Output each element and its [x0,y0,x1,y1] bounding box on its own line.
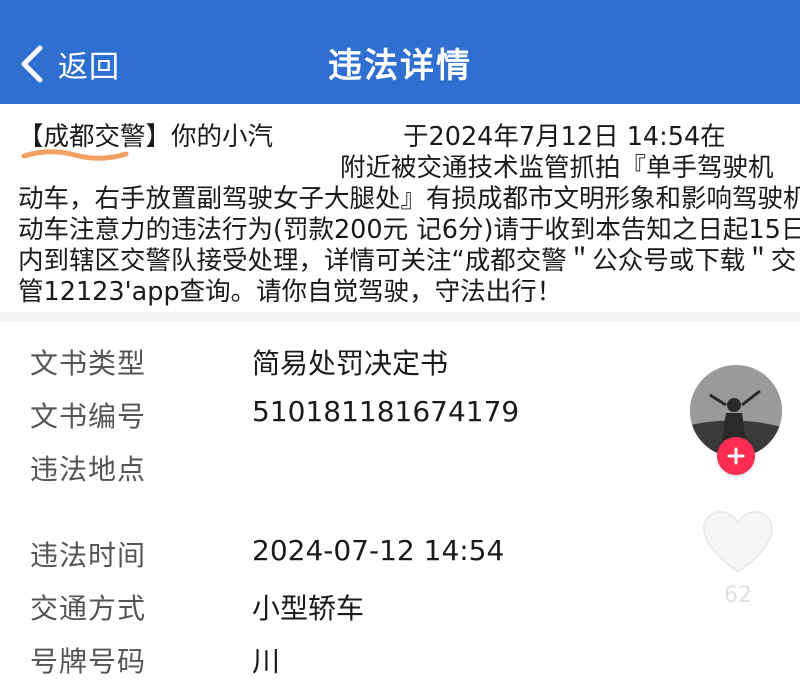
notice-line-1b: 于2024年7月12日 14:54在 [403,122,726,152]
like-button[interactable] [700,508,776,578]
follow-button[interactable] [717,437,755,475]
notice-line-5: 内到辖区交警队接受处理，详情可关注“成都交警＂公众号或下载＂交 [18,246,797,276]
notice-line-2: 附近被交通技术监管抓拍『单手驾驶机 [340,153,774,183]
top-nav-bar: 返回 违法详情 [0,0,800,104]
violation-notice-text: 【成都交警】你的小汽 于2024年7月12日 14:54在 附近被交通技术监管抓拍… [18,122,800,308]
notice-line-6: 管12123'app查询。请你自觉驾驶，守法出行！ [18,277,563,307]
field-label: 文书类型 [30,347,147,380]
field-label: 交通方式 [30,592,147,625]
field-value: 2024-07-12 14:54 [252,534,505,567]
field-label: 违法地点 [30,453,147,486]
field-label: 文书编号 [30,400,147,433]
field-value: 510181181674179 [252,395,520,428]
field-label: 违法时间 [30,539,147,572]
plus-icon [727,447,745,465]
redaction-mark [21,149,129,161]
notice-line-3: 动车，右手放置副驾驶女子大腿处』有损成都市文明形象和影响驾驶机 [18,184,800,214]
field-value: 简易处罚决定书 [252,347,449,380]
page-title: 违法详情 [328,46,472,86]
heart-icon [702,510,774,574]
notice-line-4: 动车注意力的违法行为(罚款200元 记6分)请于收到本告知之日起15日 [18,215,800,245]
section-divider [0,312,800,322]
field-value: 川 [252,645,281,678]
field-label: 号牌号码 [30,645,147,678]
field-value: 小型轿车 [252,592,365,625]
like-count: 62 [724,583,752,608]
